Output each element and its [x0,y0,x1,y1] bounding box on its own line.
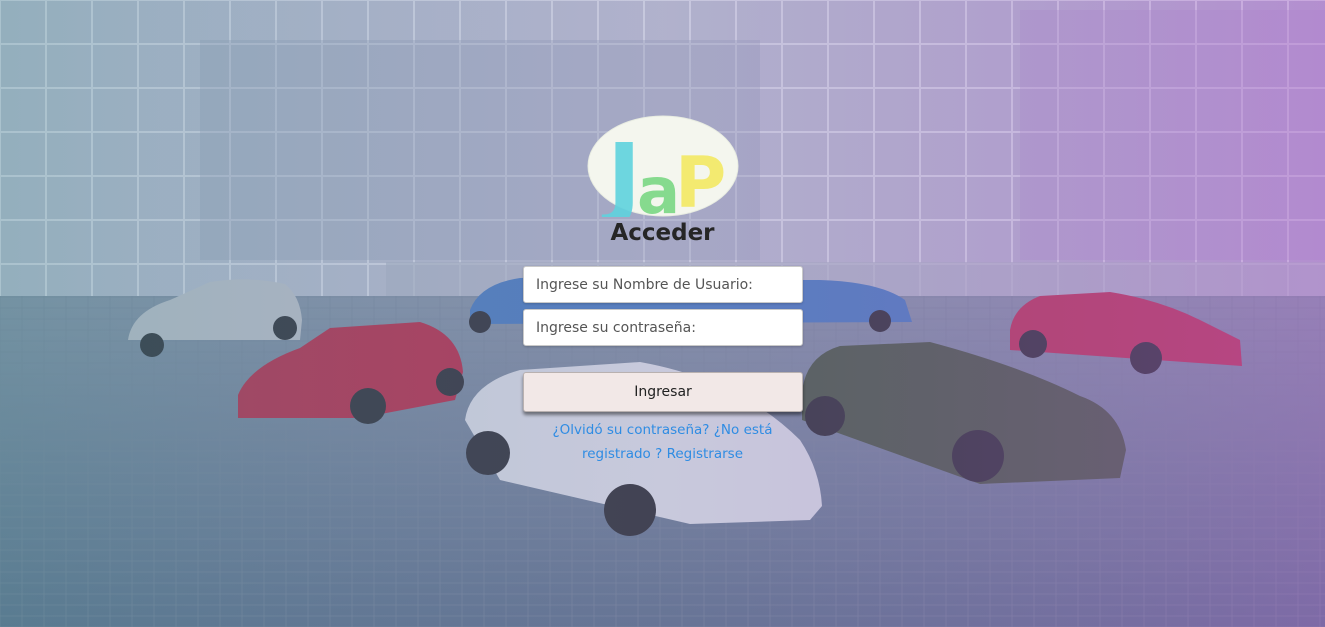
password-input[interactable] [523,309,803,346]
login-button[interactable]: Ingresar [523,372,803,412]
logo-letter-a: a [637,155,680,217]
forgot-password-link[interactable]: ¿Olvidó su contraseña? [552,422,709,438]
account-links: ¿Olvidó su contraseña? ¿No está registra… [540,418,785,466]
login-page: J a P Acceder Ingresar ¿Olvidó su contra… [0,0,1325,627]
page-title: Acceder [610,220,715,246]
register-link[interactable]: Registrarse [667,446,743,462]
login-form: J a P Acceder Ingresar ¿Olvidó su contra… [0,0,1325,627]
username-input[interactable] [523,266,803,303]
logo-letter-p: P [675,142,726,217]
logo-letter-j: J [601,124,641,217]
jap-logo: J a P [587,115,739,217]
